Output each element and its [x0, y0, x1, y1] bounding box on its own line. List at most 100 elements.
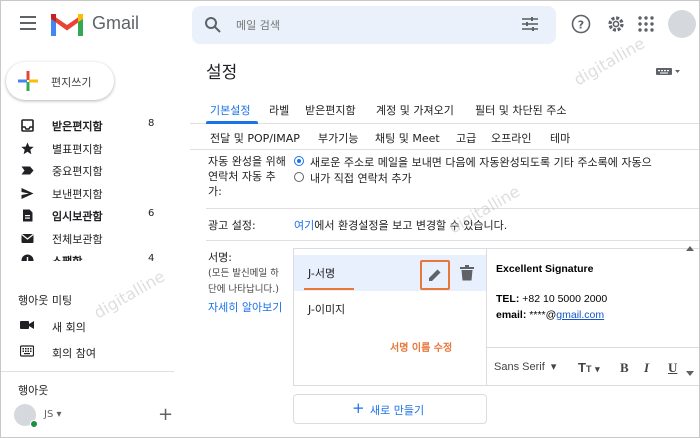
settings-tabs-row2: 전달 및 POP/IMAP 부가기능 채팅 및 Meet 고급 오프라인 테마 — [190, 124, 700, 150]
new-meeting-item[interactable]: 새 회의 — [0, 315, 172, 337]
edit-signature-name-button[interactable] — [420, 260, 450, 290]
sidebar-item-drafts[interactable]: 임시보관함 6 — [0, 204, 172, 227]
sidebar-item-starred[interactable]: 별표편지함 — [0, 137, 172, 160]
autocomplete-radio-auto[interactable] — [294, 156, 304, 166]
sidebar-item-label: 받은편지함 — [52, 120, 103, 133]
sidebar-item-inbox[interactable]: 받은편지함 8 — [0, 114, 172, 137]
tab-forwarding[interactable]: 전달 및 POP/IMAP — [210, 130, 300, 146]
search-icon[interactable] — [204, 16, 222, 34]
spam-icon — [21, 254, 34, 261]
tab-advanced[interactable]: 고급 — [456, 130, 476, 146]
tab-chat-meet[interactable]: 채팅 및 Meet — [375, 130, 440, 146]
hangouts-section-title: 행아웃 — [18, 384, 49, 397]
draft-icon — [23, 209, 33, 222]
create-signature-label: 새로 만들기 — [370, 404, 425, 417]
inbox-icon — [21, 119, 34, 132]
top-bar: Gmail ? — [0, 0, 700, 50]
learn-more-link[interactable]: 자세히 알아보기 — [208, 300, 282, 315]
page-title: 설정 — [206, 63, 238, 83]
autocomplete-label: 자동 완성을 위해 연락처 자동 추가: — [208, 155, 286, 198]
tab-labels[interactable]: 라벨 — [269, 102, 289, 118]
join-meeting-item[interactable]: 회의 참여 — [0, 341, 172, 363]
italic-icon[interactable]: I — [644, 360, 649, 376]
sidebar-item-all-mail[interactable]: 전체보관함 — [0, 227, 172, 250]
sidebar-item-sent[interactable]: 보낸편지함 — [0, 182, 172, 205]
sidebar-fade — [0, 272, 172, 284]
brand-name: Gmail — [92, 13, 140, 33]
signature-item[interactable]: J-서명 — [294, 255, 486, 291]
help-icon[interactable]: ? — [571, 14, 591, 34]
signature-content[interactable]: Excellent Signature TEL: +82 10 5000 200… — [496, 261, 607, 323]
sidebar-item-important[interactable]: 중요편지함 — [0, 159, 172, 182]
signature-item[interactable]: J-이미지 서명 이름 수정 — [294, 291, 486, 354]
video-icon — [20, 321, 34, 329]
user-initials: JS ▾ — [44, 409, 62, 420]
autocomplete-option-auto[interactable]: 새로운 주소로 메일을 보내면 다음에 자동완성되도록 기타 주소록에 자동으 — [310, 154, 700, 170]
signature-label: 서명: — [208, 251, 232, 264]
sidebar-item-label: 별표편지함 — [52, 142, 103, 156]
tab-addons[interactable]: 부가기능 — [318, 130, 358, 146]
mail-icon — [21, 233, 34, 243]
input-tools-icon[interactable] — [656, 66, 682, 76]
meet-item-label: 회의 참여 — [52, 347, 96, 360]
tab-themes[interactable]: 테마 — [550, 130, 570, 146]
sidebar-item-label: 전체보관함 — [52, 232, 103, 246]
settings-tabs-row1: 기본설정 라벨 받은편지함 계정 및 가져오기 필터 및 차단된 주소 — [190, 96, 700, 124]
tab-accounts[interactable]: 계정 및 가져오기 — [376, 102, 454, 118]
sidebar-item-label: 임시보관함 — [52, 210, 103, 223]
signature-title-line: Excellent Signature — [496, 263, 594, 275]
sidebar-item-label: 중요편지함 — [52, 165, 103, 178]
delete-signature-icon[interactable] — [460, 265, 474, 281]
tab-offline[interactable]: 오프라인 — [491, 130, 531, 146]
settings-panel: 설정 기본설정 라벨 받은편지함 계정 및 가져오기 필터 및 차단된 주소 전… — [190, 50, 700, 438]
signature-tel: +82 10 5000 2000 — [522, 293, 608, 305]
spam-count: 4 — [148, 253, 155, 261]
meet-section-title: 행아웃 미팅 — [18, 294, 73, 307]
font-select[interactable]: Sans Serif ▾ — [494, 360, 556, 373]
gmail-logo[interactable] — [51, 12, 83, 36]
tab-filters[interactable]: 필터 및 차단된 주소 — [475, 102, 566, 118]
signature-list: J-서명 J-이미지 서명 이름 수정 — [293, 248, 487, 386]
menu-icon[interactable] — [20, 16, 36, 30]
compose-button[interactable]: 편지쓰기 — [6, 62, 114, 100]
radio-label: 새로운 주소로 메일을 보내면 다음에 자동완성되도록 기타 주소록에 자동으 — [310, 156, 652, 169]
search-options-icon[interactable] — [522, 17, 538, 31]
text-size-icon[interactable]: TT ▾ — [578, 360, 600, 375]
bold-icon[interactable]: B — [620, 360, 629, 376]
signature-name-underline — [304, 288, 354, 290]
draft-count: 6 — [148, 208, 155, 219]
signature-name: J-서명 — [308, 267, 336, 280]
radio-label: 내가 직접 연락처 추가 — [310, 172, 412, 185]
account-avatar[interactable] — [668, 10, 696, 38]
keyboard-icon — [20, 345, 34, 357]
sidebar-nav: 받은편지함 8 별표편지함 중요편지함 보낸편지함 임시보관함 6 전체보관함 … — [0, 114, 172, 261]
compose-label: 편지쓰기 — [51, 76, 92, 89]
tab-inbox[interactable]: 받은편지함 — [305, 102, 356, 118]
gear-icon[interactable] — [606, 14, 626, 34]
search-input[interactable] — [236, 15, 496, 35]
tab-general[interactable]: 기본설정 — [210, 102, 250, 118]
editor-scrollbar[interactable] — [686, 246, 694, 376]
sidebar-divider — [0, 371, 174, 372]
unread-count: 8 — [148, 118, 155, 129]
compose-plus-icon — [18, 71, 38, 91]
scroll-up-arrow[interactable] — [686, 246, 694, 251]
sidebar-item-label: 보낸편지함 — [52, 187, 103, 201]
search-bar[interactable] — [192, 6, 556, 44]
scroll-down-arrow[interactable] — [686, 371, 694, 376]
ads-settings-link[interactable]: 여기 — [294, 219, 314, 232]
signature-name: J-이미지 — [308, 303, 346, 316]
annotation-label: 서명 이름 수정 — [390, 343, 453, 354]
signature-editor[interactable]: Excellent Signature TEL: +82 10 5000 200… — [486, 248, 700, 386]
important-icon — [21, 166, 34, 175]
sidebar-item-spam[interactable]: 스팸함 4 — [0, 249, 172, 261]
signature-description: (모든 발신메일 하 단에 나타납니다.) — [208, 268, 279, 295]
underline-icon[interactable]: U — [668, 360, 677, 376]
row-divider — [206, 208, 700, 209]
online-status-dot — [30, 420, 38, 428]
add-contact-icon[interactable]: + — [158, 404, 173, 425]
signature-email-link[interactable]: gmail.com — [556, 309, 604, 321]
apps-grid-icon[interactable] — [638, 16, 654, 32]
autocomplete-radio-manual[interactable] — [294, 172, 304, 182]
create-signature-button[interactable]: + 새로 만들기 — [293, 394, 487, 424]
